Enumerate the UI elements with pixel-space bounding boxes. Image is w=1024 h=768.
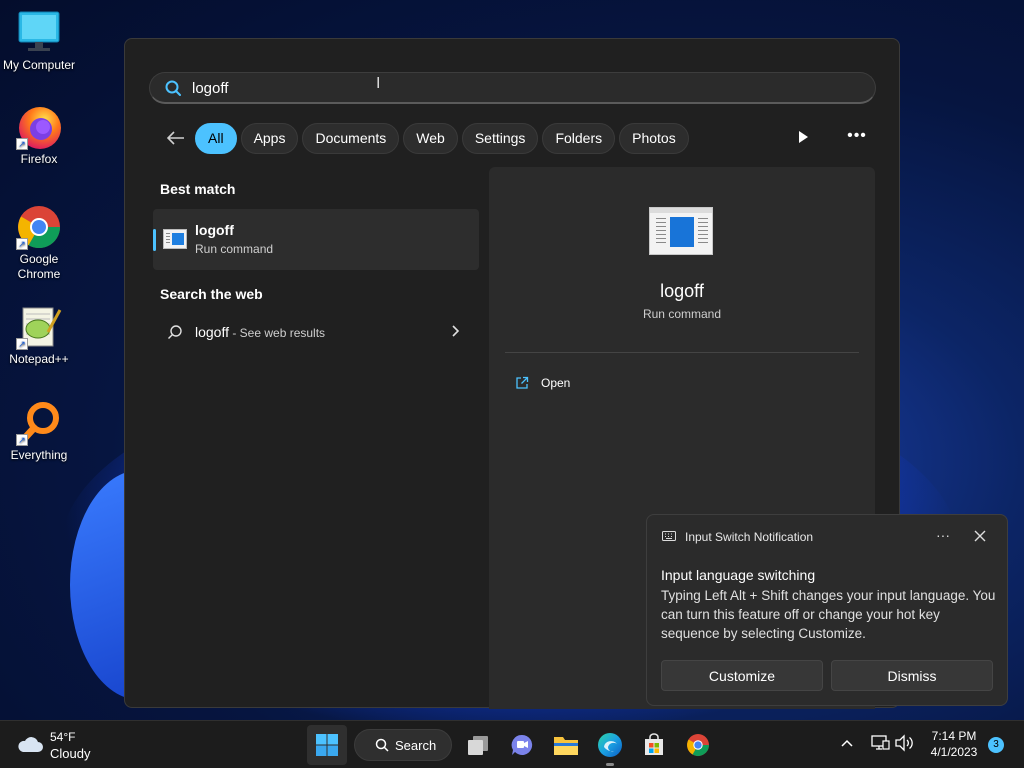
filter-settings[interactable]: Settings bbox=[461, 122, 539, 154]
web-result-query: logoff bbox=[195, 324, 229, 340]
filter-web[interactable]: Web bbox=[403, 122, 458, 154]
task-view-button[interactable] bbox=[458, 725, 498, 765]
windows-logo-icon bbox=[316, 734, 338, 756]
open-action[interactable]: Open bbox=[515, 373, 570, 393]
cloud-icon bbox=[18, 737, 43, 752]
notification-app-name: Input Switch Notification bbox=[685, 530, 814, 544]
customize-button[interactable]: Customize bbox=[661, 660, 823, 691]
open-external-icon bbox=[516, 376, 529, 389]
taskbar-search-button[interactable]: Search bbox=[354, 729, 452, 761]
start-button[interactable] bbox=[307, 725, 347, 765]
keyboard-icon bbox=[662, 531, 676, 541]
input-switch-notification: Input Switch Notification ··· Input lang… bbox=[646, 514, 1008, 706]
weather-temperature: 54°F bbox=[50, 730, 76, 744]
store-button[interactable] bbox=[634, 725, 674, 765]
filter-apps[interactable]: Apps bbox=[240, 122, 299, 154]
divider bbox=[505, 352, 859, 353]
dismiss-button[interactable]: Dismiss bbox=[831, 660, 993, 691]
search-icon bbox=[165, 80, 181, 96]
search-input[interactable] bbox=[192, 78, 792, 98]
edge-icon bbox=[598, 733, 622, 757]
search-box[interactable]: I bbox=[149, 72, 876, 104]
network-icon[interactable] bbox=[870, 733, 890, 753]
close-icon[interactable] bbox=[973, 529, 987, 543]
shortcut-arrow-icon: ↗ bbox=[16, 338, 28, 350]
run-command-icon bbox=[649, 207, 713, 255]
notification-more-button[interactable]: ··· bbox=[933, 527, 953, 543]
chevron-up-icon[interactable] bbox=[840, 733, 854, 753]
teams-chat-button[interactable] bbox=[502, 725, 542, 765]
chrome-taskbar-button[interactable] bbox=[678, 725, 718, 765]
desktop-icon-label: Everything bbox=[10, 448, 68, 462]
results-list: Best match logoff Run command Search the… bbox=[153, 169, 479, 348]
desktop-icon-notepadpp[interactable]: ↗ Notepad++ bbox=[2, 304, 76, 366]
clock[interactable]: 7:14 PM 4/1/2023 bbox=[922, 728, 986, 760]
volume-icon[interactable] bbox=[894, 733, 914, 753]
back-button[interactable] bbox=[161, 123, 191, 153]
filter-documents[interactable]: Documents bbox=[302, 122, 400, 154]
filter-bar: All Apps Documents Web Settings Folders … bbox=[161, 122, 693, 154]
best-match-type: Run command bbox=[195, 242, 274, 256]
clock-time: 7:14 PM bbox=[931, 729, 977, 743]
filter-photos[interactable]: Photos bbox=[619, 122, 689, 154]
chrome-icon: ↗ bbox=[16, 204, 62, 250]
notepadpp-icon: ↗ bbox=[16, 304, 62, 350]
running-indicator bbox=[606, 763, 614, 766]
web-result-item[interactable]: logoff - See web results bbox=[153, 314, 479, 348]
edge-button[interactable] bbox=[590, 725, 630, 765]
monitor-icon bbox=[16, 10, 62, 56]
desktop-icon-label: Firefox bbox=[20, 152, 58, 166]
best-match-item[interactable]: logoff Run command bbox=[153, 209, 479, 270]
more-options-button[interactable]: ••• bbox=[845, 127, 869, 147]
task-view-icon bbox=[468, 736, 488, 755]
web-result-suffix: - See web results bbox=[229, 326, 326, 340]
firefox-icon: ↗ bbox=[16, 104, 62, 150]
filter-all[interactable]: All bbox=[195, 122, 237, 154]
file-explorer-button[interactable] bbox=[546, 725, 586, 765]
detail-subtitle: Run command bbox=[642, 307, 722, 321]
search-icon bbox=[168, 325, 182, 339]
clock-date: 4/1/2023 bbox=[930, 745, 978, 759]
desktop-icon-chrome[interactable]: ↗ Google Chrome bbox=[2, 204, 76, 282]
everything-icon: ↗ bbox=[16, 400, 62, 446]
store-icon bbox=[645, 733, 663, 755]
search-web-heading: Search the web bbox=[160, 286, 263, 302]
play-icon[interactable] bbox=[793, 127, 813, 147]
notification-count-badge[interactable]: 3 bbox=[988, 737, 1004, 753]
detail-title: logoff bbox=[660, 281, 704, 301]
open-label: Open bbox=[541, 376, 571, 390]
taskbar: 54°F Cloudy Search 7:14 PM 4/1/2023 3 bbox=[0, 720, 1024, 768]
shortcut-arrow-icon: ↗ bbox=[16, 238, 28, 250]
notification-body: Typing Left Alt + Shift changes your inp… bbox=[661, 588, 996, 641]
chat-icon bbox=[511, 734, 533, 755]
desktop-icon-label: My Computer bbox=[2, 58, 76, 72]
selection-indicator bbox=[153, 229, 156, 251]
desktop-icon-everything[interactable]: ↗ Everything bbox=[2, 400, 76, 462]
desktop-icon-label: Google Chrome bbox=[17, 252, 61, 281]
desktop-icon-firefox[interactable]: ↗ Firefox bbox=[2, 104, 76, 166]
web-result-text: logoff - See web results bbox=[195, 324, 325, 340]
run-command-icon bbox=[163, 229, 187, 249]
search-icon bbox=[375, 738, 389, 752]
shortcut-arrow-icon: ↗ bbox=[16, 434, 28, 446]
best-match-name: logoff bbox=[195, 222, 234, 238]
folder-icon bbox=[554, 737, 578, 755]
notification-title: Input language switching bbox=[661, 567, 816, 583]
best-match-heading: Best match bbox=[160, 181, 236, 197]
chevron-right-icon bbox=[452, 325, 460, 337]
shortcut-arrow-icon: ↗ bbox=[16, 138, 28, 150]
text-cursor-icon: I bbox=[376, 75, 381, 92]
arrow-left-icon bbox=[167, 131, 184, 145]
filter-folders[interactable]: Folders bbox=[542, 122, 616, 154]
taskbar-search-label: Search bbox=[395, 737, 437, 753]
chrome-icon bbox=[687, 734, 709, 756]
desktop-icon-my-computer[interactable]: My Computer bbox=[2, 10, 76, 72]
desktop-icon-label: Notepad++ bbox=[9, 352, 69, 366]
weather-condition: Cloudy bbox=[50, 746, 91, 761]
